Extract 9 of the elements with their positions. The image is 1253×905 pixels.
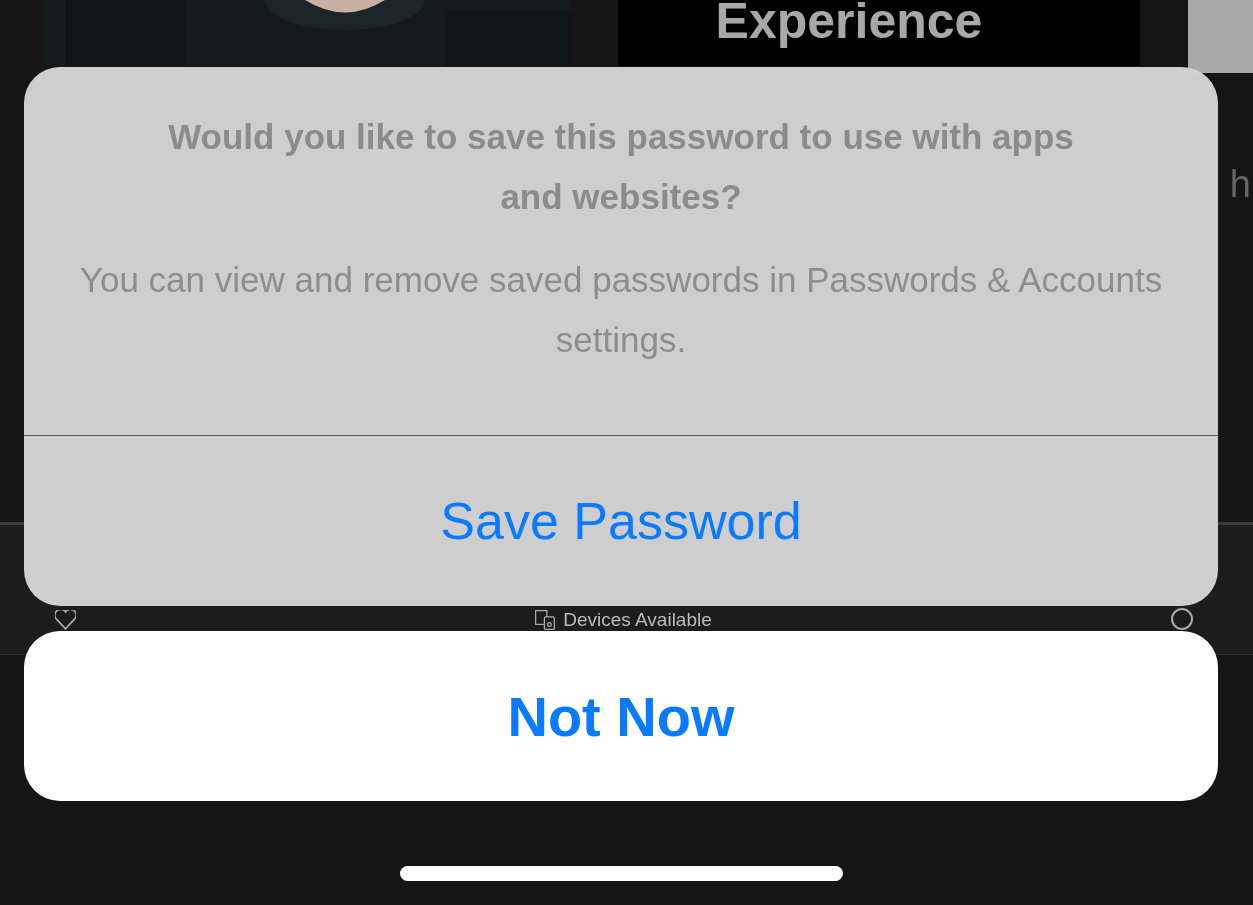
save-password-button[interactable]: Save Password	[24, 436, 1218, 606]
alert-title: Would you like to save this password to use with apps and websites?	[167, 116, 1075, 218]
devices-button[interactable]: Devices Available	[535, 609, 712, 630]
banner-title: Experience	[715, 0, 983, 46]
heart-icon[interactable]	[55, 610, 76, 630]
alert-message: You can view and remove saved passwords in Passwords & Accounts settings.	[78, 259, 1164, 361]
not-now-button[interactable]: Not Now	[24, 631, 1218, 801]
cut-off-text: h	[1229, 163, 1251, 207]
devices-icon	[535, 609, 556, 630]
